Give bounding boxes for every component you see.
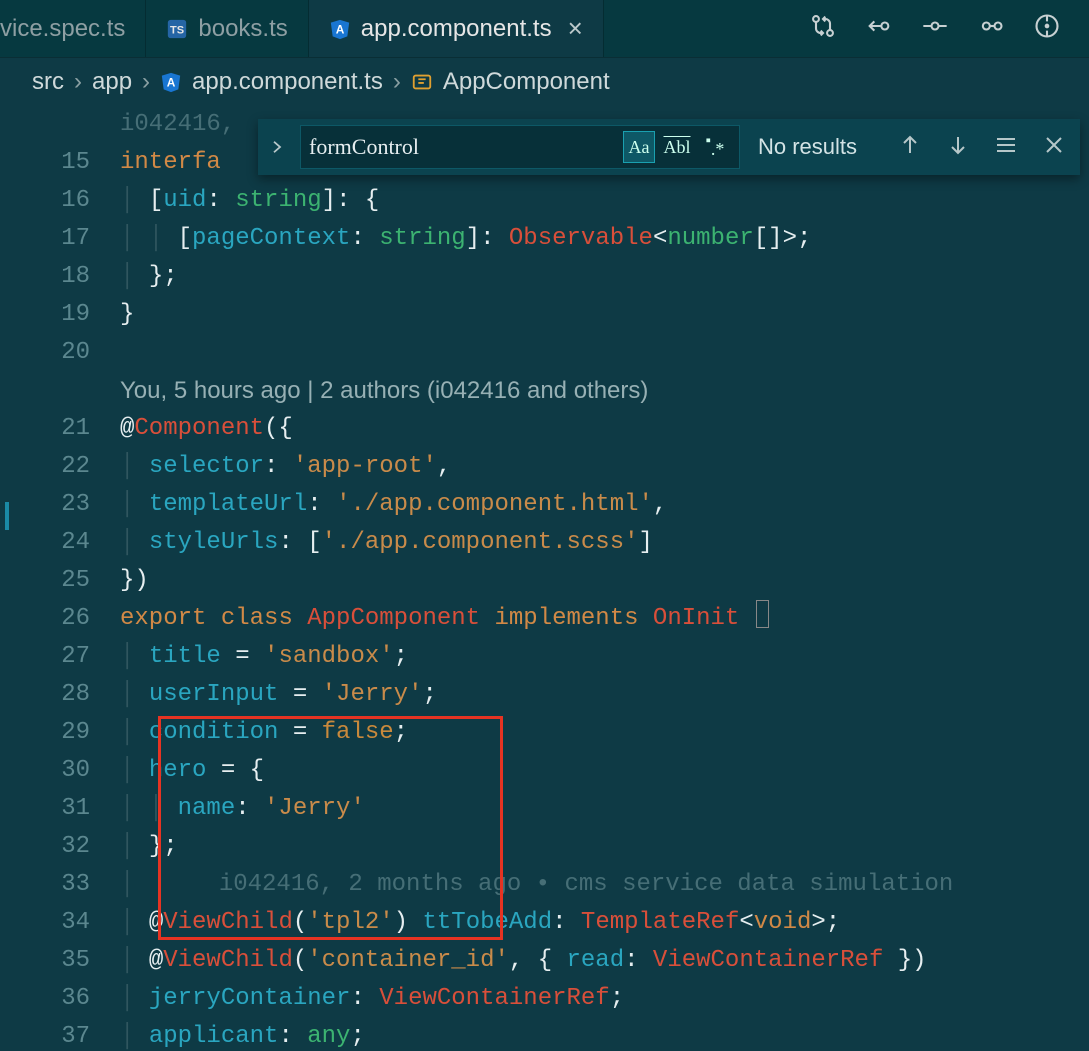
line-number: 24	[0, 524, 120, 562]
tab-label: app.component.ts	[361, 15, 552, 43]
line-number: 31	[0, 790, 120, 828]
find-prev-icon[interactable]	[898, 133, 922, 162]
find-selection-icon[interactable]	[994, 133, 1018, 162]
tab-app-component[interactable]: A app.component.ts ×	[309, 0, 604, 57]
line-number	[0, 372, 120, 410]
code-line[interactable]	[120, 334, 1089, 372]
line-number: 17	[0, 220, 120, 258]
nav-back-icon[interactable]	[865, 12, 893, 45]
code-line[interactable]: │ applicant: any;	[120, 1018, 1089, 1051]
svg-text:A: A	[167, 76, 176, 90]
line-number: 28	[0, 676, 120, 714]
line-number: 16	[0, 182, 120, 220]
breadcrumb-part[interactable]: AppComponent	[443, 68, 610, 96]
line-number: 21	[0, 410, 120, 448]
angular-file-icon: A	[329, 18, 351, 40]
code-line[interactable]: │ userInput = 'Jerry';	[120, 676, 1089, 714]
code-line[interactable]: │ title = 'sandbox';	[120, 638, 1089, 676]
editor-tab-bar: vice.spec.ts TS books.ts A app.component…	[0, 0, 1089, 58]
code-line[interactable]: @Component({	[120, 410, 1089, 448]
tab-books[interactable]: TS books.ts	[146, 0, 308, 57]
tab-label: books.ts	[198, 15, 287, 43]
commit-prev-icon[interactable]	[921, 12, 949, 45]
gutter-change-marker	[5, 502, 9, 530]
line-number: 22	[0, 448, 120, 486]
find-actions	[898, 133, 1080, 162]
line-number: 30	[0, 752, 120, 790]
class-symbol-icon	[411, 71, 433, 93]
code-line[interactable]: │ };	[120, 258, 1089, 296]
cursor-bracket	[756, 600, 769, 628]
breadcrumb-part[interactable]: src	[32, 68, 64, 96]
chevron-right-icon: ›	[142, 68, 150, 96]
line-number: 35	[0, 942, 120, 980]
tab-bar-actions	[809, 12, 1089, 45]
code-line[interactable]: │ condition = false;	[120, 714, 1089, 752]
git-codelens[interactable]: You, 5 hours ago | 2 authors (i042416 an…	[120, 372, 1089, 410]
svg-text:A: A	[335, 22, 344, 36]
code-line[interactable]: │ styleUrls: ['./app.component.scss']	[120, 524, 1089, 562]
whole-word-toggle[interactable]: Abl	[661, 131, 693, 163]
code-line[interactable]: │ i042416, 2 months ago • cms service da…	[120, 866, 1089, 904]
line-number: 18	[0, 258, 120, 296]
line-number: 33	[0, 866, 120, 904]
blame-truncated: i042416,	[120, 111, 250, 138]
find-input-container: Aa Abl ▪.*	[300, 125, 740, 169]
breadcrumb-part[interactable]: app	[92, 68, 132, 96]
line-number: 37	[0, 1018, 120, 1051]
line-number	[0, 106, 120, 144]
line-number: 23	[0, 486, 120, 524]
angular-file-icon: A	[160, 71, 182, 93]
chevron-right-icon: ›	[393, 68, 401, 96]
line-number: 32	[0, 828, 120, 866]
code-line[interactable]: │ │ name: 'Jerry'	[120, 790, 1089, 828]
close-icon[interactable]: ×	[568, 13, 583, 44]
editor-area[interactable]: i042416, 15 interfa 16 │ [uid: string]: …	[0, 106, 1089, 1051]
breadcrumb-part[interactable]: app.component.ts	[192, 68, 383, 96]
find-widget: Aa Abl ▪.* No results	[258, 119, 1080, 175]
code-line[interactable]: })	[120, 562, 1089, 600]
code-line[interactable]: │ hero = {	[120, 752, 1089, 790]
tab-vice-spec[interactable]: vice.spec.ts	[0, 0, 146, 57]
find-results: No results	[758, 134, 857, 160]
git-compare-icon[interactable]	[809, 12, 837, 45]
code-line[interactable]: │ templateUrl: './app.component.html',	[120, 486, 1089, 524]
code-line[interactable]: │ jerryContainer: ViewContainerRef;	[120, 980, 1089, 1018]
svg-text:TS: TS	[170, 24, 184, 36]
commit-next-icon[interactable]	[977, 12, 1005, 45]
find-input[interactable]	[309, 134, 617, 160]
git-inline-blame: i042416, 2 months ago • cms service data…	[219, 871, 954, 898]
line-number: 36	[0, 980, 120, 1018]
code-line[interactable]: │ │ [pageContext: string]: Observable<nu…	[120, 220, 1089, 258]
code-line[interactable]: │ @ViewChild('tpl2') ttTobeAdd: Template…	[120, 904, 1089, 942]
ts-file-icon: TS	[166, 18, 188, 40]
code-line[interactable]: │ [uid: string]: {	[120, 182, 1089, 220]
code-line[interactable]: │ @ViewChild('container_id', { read: Vie…	[120, 942, 1089, 980]
tab-label: vice.spec.ts	[0, 15, 125, 43]
find-next-icon[interactable]	[946, 133, 970, 162]
line-number: 27	[0, 638, 120, 676]
code-line[interactable]: │ selector: 'app-root',	[120, 448, 1089, 486]
code-line[interactable]: export class AppComponent implements OnI…	[120, 600, 1089, 638]
line-number: 15	[0, 144, 120, 182]
code-line[interactable]: }	[120, 296, 1089, 334]
chevron-right-icon: ›	[74, 68, 82, 96]
line-number: 20	[0, 334, 120, 372]
find-close-icon[interactable]	[1042, 133, 1066, 162]
regex-toggle[interactable]: ▪.*	[699, 131, 731, 163]
line-number: 26	[0, 600, 120, 638]
code-line[interactable]: │ };	[120, 828, 1089, 866]
line-number: 19	[0, 296, 120, 334]
breadcrumb[interactable]: src › app › A app.component.ts › AppComp…	[0, 58, 1089, 106]
revision-icon[interactable]	[1033, 12, 1061, 45]
line-number: 29	[0, 714, 120, 752]
line-number: 34	[0, 904, 120, 942]
find-expand-toggle[interactable]	[264, 119, 290, 175]
line-number: 25	[0, 562, 120, 600]
match-case-toggle[interactable]: Aa	[623, 131, 655, 163]
